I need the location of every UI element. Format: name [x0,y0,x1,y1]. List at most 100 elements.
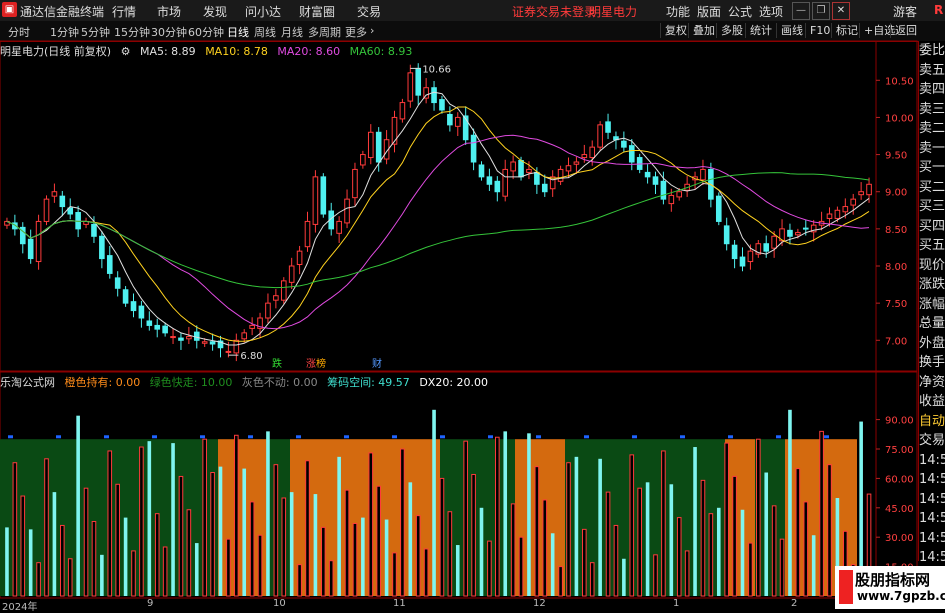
date-label: 10 [273,598,286,609]
side-panel-label: 买二 [919,179,945,195]
indicator-bar [779,538,785,597]
indicator-bar [629,454,635,597]
candle-body [502,168,509,197]
indicator-bar [447,511,453,597]
candle-body [186,336,192,340]
candle-body [178,337,184,341]
indicator-bar [432,409,436,596]
quote-side-panel: 委比 卖五 卖四 卖三 卖二 卖一 买一 买二 买三 买四 买五 现价 涨跌 涨幅 总量 外盘 换手 净资 收益 自动… [918,41,945,604]
kline-title: 明星电力(日线 前复权) [0,45,112,58]
price-tick-label: 8.00 [885,262,907,273]
date-label: 2 [791,598,798,609]
indicator-bar [36,562,41,597]
candle-body [399,102,406,120]
indicator-bar [732,475,737,597]
candle-body [478,164,485,178]
event-marker: 榜 [316,357,326,370]
candle-body [668,194,675,205]
indicator-bar [376,485,381,597]
candle-body [249,324,255,329]
indicator-bar [100,554,104,596]
ma5-label: MA5: 8.89 [139,45,196,58]
candle-body [352,168,358,199]
indicator-bar [748,542,753,597]
indicator-bar [708,513,714,597]
indicator-bar [305,460,310,597]
indicator-bar [392,552,397,597]
indicator-title: 乐淘公式网 [0,376,55,389]
indicator-bar [91,521,97,597]
indicator-bar [495,436,500,597]
indicator-bar [788,409,792,596]
candle-body [280,280,287,301]
candle-body [312,176,319,225]
indicator-bar [566,462,571,597]
candle-body [723,225,730,245]
indicator-bar [669,484,674,596]
candle-body [557,168,564,182]
indicator-tick-label: 60.00 [885,474,914,485]
side-panel-label: 外盘 [919,335,945,351]
candle-body [731,244,738,260]
indicator-bar [147,441,152,596]
indicator-bar [321,526,326,597]
candle-body [114,277,121,289]
indicator-top-marker [824,435,829,439]
indicator-legend: 乐淘公式网 橙色持有: 0.00 绿色快走: 10.00 灰色不动: 0.00 … [0,374,494,389]
candle-body [288,265,295,283]
indicator-bar [622,558,626,596]
indicator-bar [653,554,658,597]
candle-body [447,113,453,126]
indicator-bar [210,472,215,597]
indicator-bar [297,564,302,597]
indicator-bar [637,487,642,597]
settings-icon[interactable]: ⚙ [121,45,131,58]
indicator-bar [234,434,239,597]
indicator-bar [819,430,824,597]
indicator-bar [542,499,548,597]
indicator-top-marker [200,435,205,439]
indicator-bar [226,538,231,597]
indicator-bar [463,440,468,597]
candle-body [660,180,667,200]
indicator-bar [582,528,587,597]
candle-body [470,134,477,163]
indicator-bar [368,452,374,597]
watermark-logo: 股朋指标网 www.7gpzb.com [835,566,945,609]
candle-body [154,324,161,330]
indicator-bar [408,482,413,596]
indicator-bar [257,534,263,597]
indicator-bar [693,447,697,596]
indicator-bar [598,458,602,596]
side-panel-label: 卖三 [919,101,945,117]
indicator-top-marker [728,435,733,439]
candle-body [605,121,611,133]
candle-body [336,220,342,234]
side-panel-label: 14:56 [919,472,945,487]
indicator-tick-label: 90.00 [885,416,914,427]
indicator-top-marker [152,435,157,439]
candle-body [193,331,200,341]
side-panel-label: 卖二 [919,121,945,136]
indicator-bar [186,509,192,597]
side-panel-label: 14:56 [919,452,945,468]
indicator-bar [771,505,777,597]
indicator-bar [795,468,801,597]
candle-body [858,191,864,196]
price-tick-label: 7.00 [885,336,907,347]
indicator-bar [162,546,168,597]
candle-body [802,227,809,230]
kline-frame [0,40,918,372]
candle-body [834,209,841,219]
indicator-top-marker [296,435,301,439]
indicator-bar [154,513,160,597]
chart-canvas[interactable]: 10.50 10.00 9.50 9.00 8.50 8.00 7.50 7.00 90.00 7… [0,0,945,609]
date-axis: 2024年 9 10 11 12 1 2 [0,598,835,613]
indicator-bar [266,431,270,596]
candle-body [795,232,801,236]
candle-body [518,160,524,178]
candle-body [225,350,232,353]
indicator-bar [123,517,128,596]
indicator-bar [645,482,650,596]
candle-body [75,212,81,230]
